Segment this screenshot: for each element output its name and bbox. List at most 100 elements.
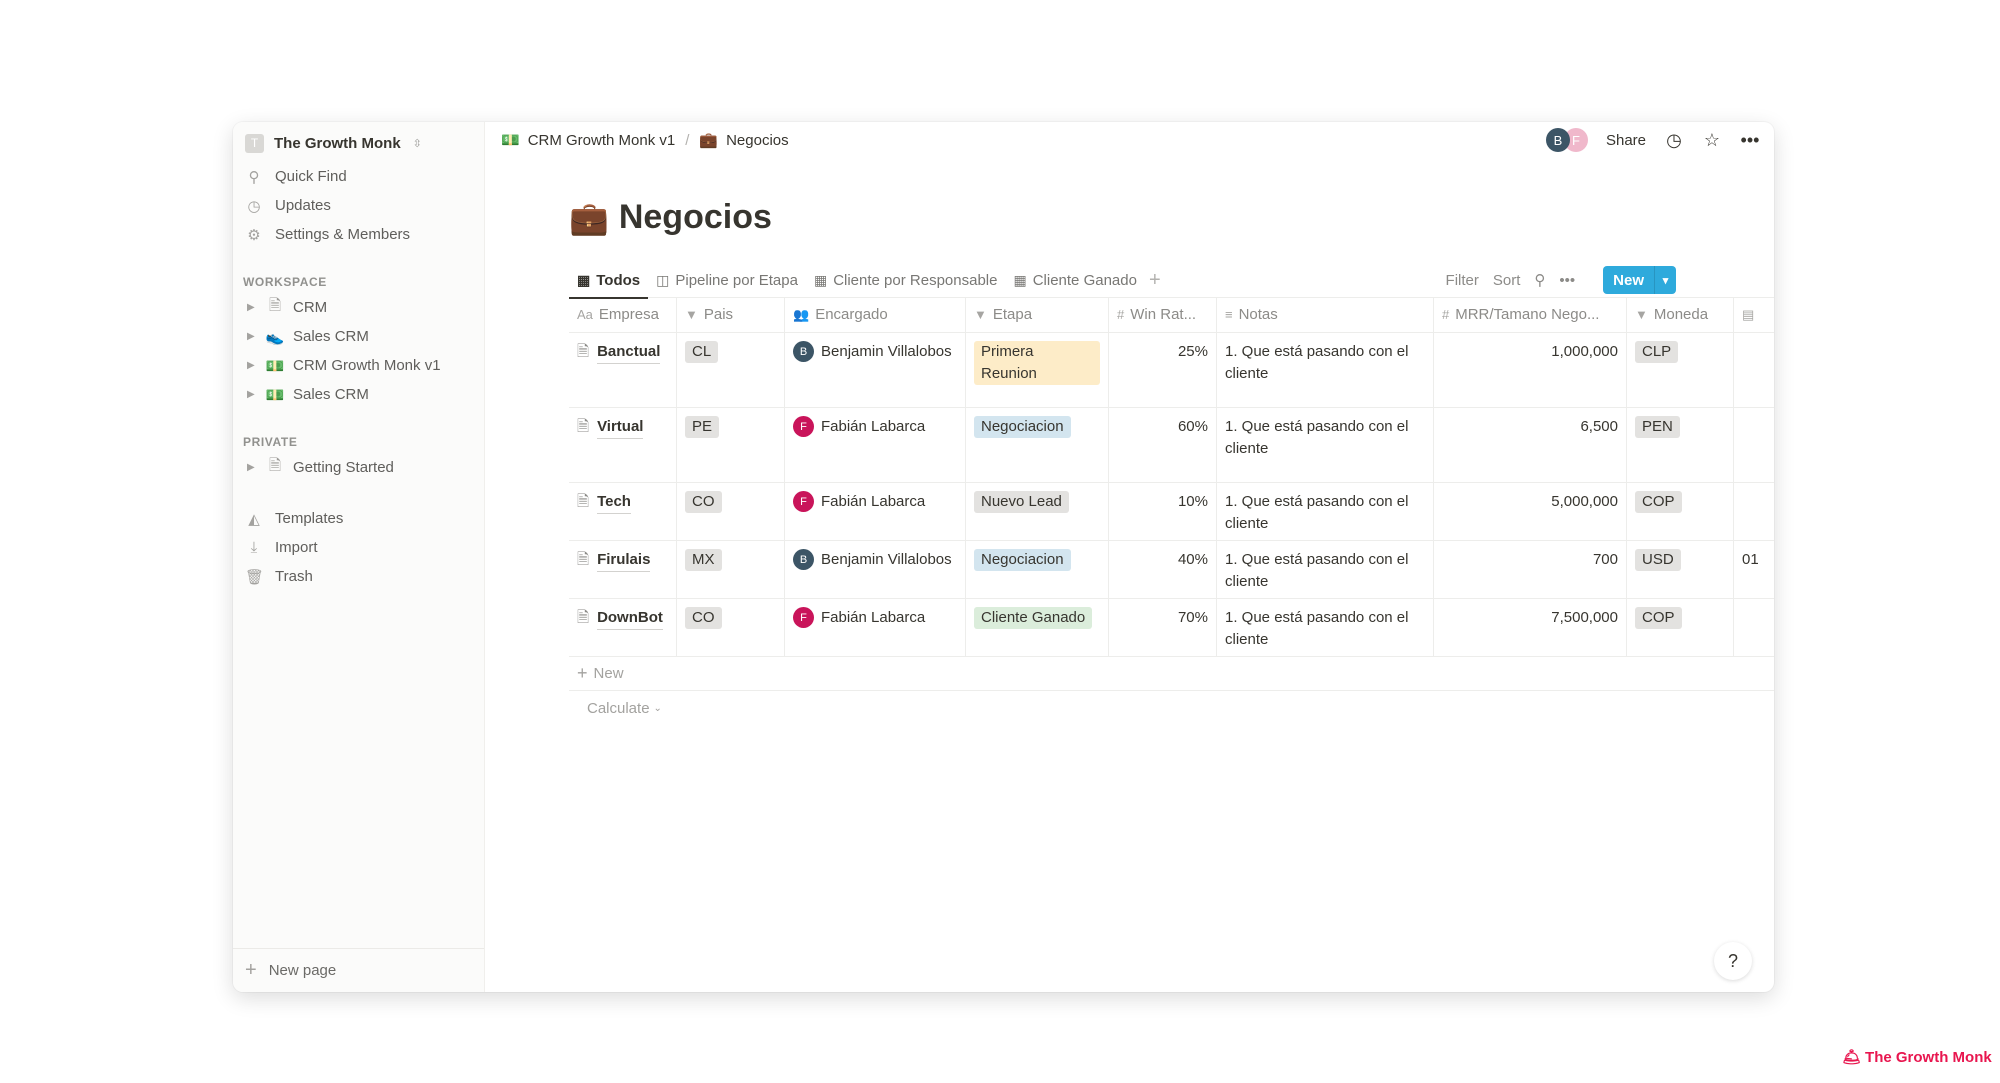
cell-win-rate[interactable]: 70% [1109, 599, 1217, 656]
filter-button[interactable]: Filter [1446, 272, 1479, 289]
cell-notas[interactable]: 1. Que está pasando con el cliente [1217, 408, 1434, 482]
cell-mrr[interactable]: 6,500 [1434, 408, 1627, 482]
record-link[interactable]: Tech [597, 491, 631, 514]
page-title-text[interactable]: Negocios [619, 198, 772, 237]
cell-empresa[interactable]: 🗎 Firulais [569, 541, 677, 598]
caret-right-icon[interactable]: ▶ [247, 302, 257, 313]
calculate-button[interactable]: Calculate ⌄ [569, 691, 1774, 725]
cell-encargado[interactable]: F Fabián Labarca [785, 408, 966, 482]
cell-encargado[interactable]: B Benjamin Villalobos [785, 333, 966, 407]
cell-etapa[interactable]: Nuevo Lead [966, 483, 1109, 540]
sidebar-item-import[interactable]: ⤓ Import [233, 533, 484, 562]
cell-encargado[interactable]: B Benjamin Villalobos [785, 541, 966, 598]
cell-win-rate[interactable]: 25% [1109, 333, 1217, 407]
star-icon[interactable]: ☆ [1702, 130, 1722, 151]
share-button[interactable]: Share [1606, 132, 1646, 149]
caret-right-icon[interactable]: ▶ [247, 389, 257, 400]
cell-moneda[interactable]: CLP [1627, 333, 1734, 407]
sidebar-item-crm[interactable]: ▶ 🗎 CRM [233, 293, 484, 322]
record-link[interactable]: DownBot [597, 607, 663, 630]
table-row[interactable]: 🗎 Banctual CL B Benjamin Villalobos Primera R… [569, 333, 1774, 408]
cell-empresa[interactable]: 🗎 DownBot [569, 599, 677, 656]
sidebar-item-getting-started[interactable]: ▶ 🗎 Getting Started [233, 453, 484, 482]
new-record-button[interactable]: New [1603, 266, 1654, 294]
workspace-switcher[interactable]: T The Growth Monk ⇳ [245, 128, 422, 158]
search-icon[interactable]: ⚲ [1534, 271, 1545, 289]
cell-empresa[interactable]: 🗎 Tech [569, 483, 677, 540]
column-header-empresa[interactable]: Aa Empresa [569, 298, 677, 332]
tab-cliente-ganado[interactable]: ▦ Cliente Ganado [1005, 262, 1144, 298]
cell-pais[interactable]: PE [677, 408, 785, 482]
sidebar-item-templates[interactable]: ◭ Templates [233, 504, 484, 533]
cell-date[interactable] [1734, 599, 1774, 656]
sort-button[interactable]: Sort [1493, 272, 1521, 289]
column-header-date[interactable]: ▤ [1734, 298, 1774, 332]
record-link[interactable]: Virtual [597, 416, 644, 439]
cell-notas[interactable]: 1. Que está pasando con el cliente [1217, 599, 1434, 656]
column-header-encargado[interactable]: 👥 Encargado [785, 298, 966, 332]
cell-etapa[interactable]: Negociacion [966, 541, 1109, 598]
table-row[interactable]: 🗎 DownBot CO F Fabián Labarca Cliente Ganado 7… [569, 599, 1774, 657]
cell-moneda[interactable]: PEN [1627, 408, 1734, 482]
new-page-button[interactable]: + New page [233, 948, 484, 992]
breadcrumb-item-crm-growth-monk[interactable]: CRM Growth Monk v1 [528, 132, 676, 149]
cell-etapa[interactable]: Cliente Ganado [966, 599, 1109, 656]
cell-mrr[interactable]: 700 [1434, 541, 1627, 598]
tab-todos[interactable]: ▦ Todos [569, 262, 649, 299]
collaborator-avatars[interactable]: B F [1545, 128, 1588, 152]
sidebar-item-quick-find[interactable]: ⚲ Quick Find [233, 162, 484, 191]
table-row[interactable]: 🗎 Virtual PE F Fabián Labarca Negociacion 60% 1… [569, 408, 1774, 483]
cell-win-rate[interactable]: 40% [1109, 541, 1217, 598]
cell-pais[interactable]: CL [677, 333, 785, 407]
tab-pipeline-por-etapa[interactable]: ◫ Pipeline por Etapa [648, 262, 806, 298]
cell-encargado[interactable]: F Fabián Labarca [785, 483, 966, 540]
cell-moneda[interactable]: COP [1627, 483, 1734, 540]
add-row-button[interactable]: + New [569, 657, 1774, 691]
sidebar-item-trash[interactable]: 🗑 Trash [233, 562, 484, 591]
cell-etapa[interactable]: Primera Reunion [966, 333, 1109, 407]
column-header-moneda[interactable]: ▼ Moneda [1627, 298, 1734, 332]
more-options-icon[interactable]: ••• [1559, 272, 1575, 289]
cell-pais[interactable]: MX [677, 541, 785, 598]
history-clock-icon[interactable]: ◷ [1664, 130, 1684, 151]
sidebar-item-crm-growth-monk[interactable]: ▶ 💵 CRM Growth Monk v1 [233, 351, 484, 380]
cell-date[interactable] [1734, 408, 1774, 482]
cell-encargado[interactable]: F Fabián Labarca [785, 599, 966, 656]
cell-notas[interactable]: 1. Que está pasando con el cliente [1217, 541, 1434, 598]
column-header-notas[interactable]: ≡ Notas [1217, 298, 1434, 332]
caret-right-icon[interactable]: ▶ [247, 462, 257, 473]
record-link[interactable]: Firulais [597, 549, 651, 572]
sidebar-item-settings[interactable]: ⚙ Settings & Members [233, 220, 484, 249]
cell-win-rate[interactable]: 60% [1109, 408, 1217, 482]
cell-moneda[interactable]: USD [1627, 541, 1734, 598]
cell-notas[interactable]: 1. Que está pasando con el cliente [1217, 333, 1434, 407]
cell-date[interactable]: 01 [1734, 541, 1774, 598]
cell-pais[interactable]: CO [677, 483, 785, 540]
chevron-down-icon[interactable]: ▾ [1654, 266, 1676, 294]
sidebar-item-sales-crm[interactable]: ▶ 👟 Sales CRM [233, 322, 484, 351]
cell-pais[interactable]: CO [677, 599, 785, 656]
sidebar-item-sales-crm-2[interactable]: ▶ 💵 Sales CRM [233, 380, 484, 409]
table-row[interactable]: 🗎 Tech CO F Fabián Labarca Nuevo Lead 10% 1. Qu… [569, 483, 1774, 541]
column-header-pais[interactable]: ▼ Pais [677, 298, 785, 332]
briefcase-icon[interactable]: 💼 [569, 199, 609, 237]
more-options-icon[interactable]: ••• [1740, 130, 1760, 151]
cell-empresa[interactable]: 🗎 Virtual [569, 408, 677, 482]
cell-mrr[interactable]: 7,500,000 [1434, 599, 1627, 656]
caret-right-icon[interactable]: ▶ [247, 331, 257, 342]
cell-mrr[interactable]: 5,000,000 [1434, 483, 1627, 540]
sidebar-item-updates[interactable]: ◷ Updates [233, 191, 484, 220]
caret-right-icon[interactable]: ▶ [247, 360, 257, 371]
breadcrumb-item-negocios[interactable]: Negocios [726, 132, 789, 149]
cell-notas[interactable]: 1. Que está pasando con el cliente [1217, 483, 1434, 540]
column-header-mrr[interactable]: # MRR/Tamano Nego... [1434, 298, 1627, 332]
table-row[interactable]: 🗎 Firulais MX B Benjamin Villalobos Negociaci… [569, 541, 1774, 599]
record-link[interactable]: Banctual [597, 341, 661, 364]
cell-moneda[interactable]: COP [1627, 599, 1734, 656]
column-header-etapa[interactable]: ▼ Etapa [966, 298, 1109, 332]
tab-cliente-por-responsable[interactable]: ▦ Cliente por Responsable [806, 262, 1006, 298]
cell-etapa[interactable]: Negociacion [966, 408, 1109, 482]
column-header-win-rate[interactable]: # Win Rat... [1109, 298, 1217, 332]
add-view-icon[interactable]: + [1145, 269, 1161, 292]
cell-empresa[interactable]: 🗎 Banctual [569, 333, 677, 407]
